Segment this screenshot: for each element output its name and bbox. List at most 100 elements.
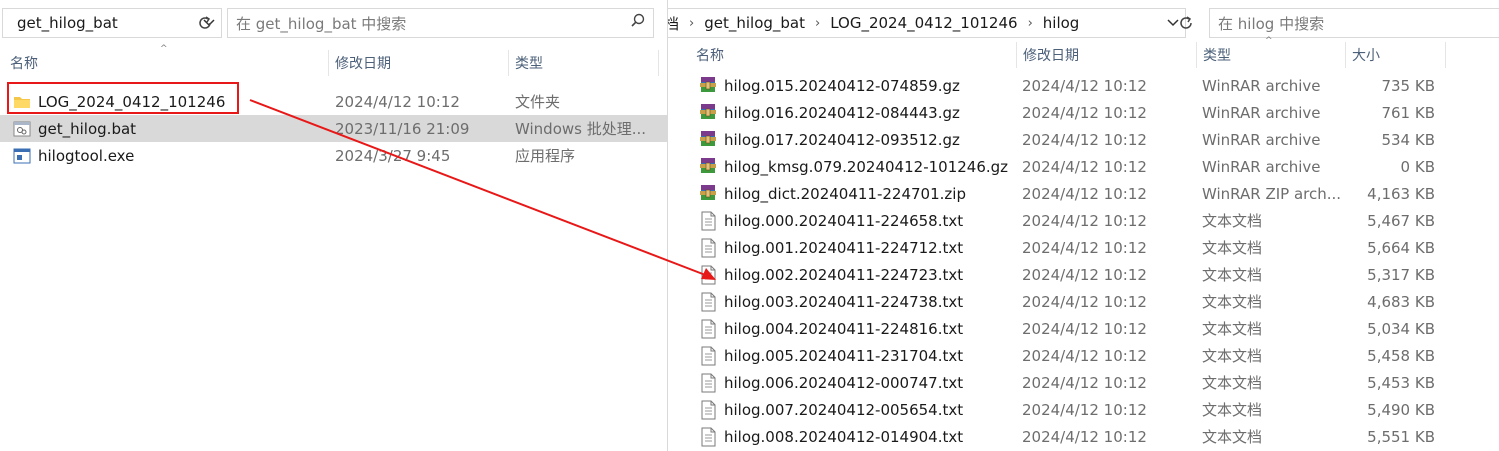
chevron-right-icon[interactable]: › (809, 16, 826, 31)
file-type: WinRAR archive (1202, 76, 1321, 95)
list-item[interactable]: hilog.002.20240411-224723.txt 2024/4/12 1… (668, 261, 1499, 288)
file-type: 文本文档 (1202, 266, 1263, 284)
column-header-name[interactable]: 名称 (4, 50, 328, 76)
file-size: 5,551 KB (1367, 427, 1435, 446)
list-item[interactable]: hilog.017.20240412-093512.gz 2024/4/12 10… (668, 126, 1499, 153)
file-type: 文本文档 (1202, 293, 1263, 311)
file-date: 2024/4/12 10:12 (1022, 76, 1147, 95)
refresh-icon[interactable] (1174, 8, 1198, 38)
file-size: 534 KB (1381, 130, 1435, 149)
file-name: hilog.001.20240411-224712.txt (724, 238, 964, 257)
file-size: 5,664 KB (1367, 238, 1435, 257)
file-size: 5,453 KB (1367, 373, 1435, 392)
left-explorer-pane: get_hilog_bat 在 get_hilog_bat 中搜索 ^ 名称 修… (0, 0, 668, 451)
file-type: 应用程序 (515, 147, 576, 165)
file-type: 文本文档 (1202, 401, 1263, 419)
file-date: 2024/4/12 10:12 (1022, 238, 1147, 257)
file-name: hilog.007.20240412-005654.txt (724, 400, 964, 419)
chevron-right-icon[interactable]: › (1022, 16, 1039, 31)
list-item[interactable]: hilog.000.20240411-224658.txt 2024/4/12 1… (668, 207, 1499, 234)
winrar-icon (698, 103, 718, 123)
address-bar[interactable]: get_hilog_bat (2, 8, 222, 38)
file-size: 5,490 KB (1367, 400, 1435, 419)
file-name: get_hilog.bat (38, 119, 137, 138)
list-item[interactable]: hilogtool.exe 2024/3/27 9:45 应用程序 (0, 142, 668, 169)
text-file-icon (698, 346, 718, 366)
file-type: WinRAR archive (1202, 157, 1321, 176)
text-file-icon (698, 292, 718, 312)
file-type: 文本文档 (1202, 320, 1263, 338)
file-name: hilog.017.20240412-093512.gz (724, 130, 960, 149)
file-name: hilog_kmsg.079.20240412-101246.gz (724, 157, 1009, 176)
winrar-icon (698, 184, 718, 204)
file-size: 0 KB (1400, 157, 1435, 176)
file-date: 2024/3/27 9:45 (335, 146, 451, 165)
search-icon[interactable] (631, 13, 645, 27)
list-item[interactable]: hilog.008.20240412-014904.txt 2024/4/12 1… (668, 423, 1499, 450)
file-date: 2024/4/12 10:12 (335, 92, 460, 111)
column-header-size[interactable]: 大小 (1345, 42, 1445, 68)
winrar-icon (698, 130, 718, 150)
file-name: hilog.002.20240411-224723.txt (724, 265, 964, 284)
exe-file-icon (12, 146, 32, 166)
list-item[interactable]: get_hilog.bat 2023/11/16 21:09 Windows 批… (0, 115, 668, 142)
file-type: 文本文档 (1202, 374, 1263, 392)
column-header-extra[interactable] (1445, 42, 1499, 68)
search-input[interactable]: 在 hilog 中搜索 (1209, 8, 1499, 38)
file-type: 文本文档 (1202, 239, 1263, 257)
file-size: 5,034 KB (1367, 319, 1435, 338)
file-date: 2024/4/12 10:12 (1022, 400, 1147, 419)
list-item[interactable]: hilog.003.20240411-224738.txt 2024/4/12 1… (668, 288, 1499, 315)
breadcrumb-item[interactable]: hilog (1039, 14, 1084, 32)
list-item[interactable]: hilog_dict.20240411-224701.zip 2024/4/12 … (668, 180, 1499, 207)
file-date: 2023/11/16 21:09 (335, 119, 470, 138)
file-name: hilogtool.exe (38, 146, 135, 165)
list-item[interactable]: hilog.015.20240412-074859.gz 2024/4/12 10… (668, 72, 1499, 99)
file-name: hilog.006.20240412-000747.txt (724, 373, 964, 392)
list-item[interactable]: hilog.006.20240412-000747.txt 2024/4/12 1… (668, 369, 1499, 396)
text-file-icon (698, 265, 718, 285)
file-size: 735 KB (1381, 76, 1435, 95)
refresh-icon[interactable] (193, 8, 217, 38)
address-prefix: 档 (668, 14, 680, 33)
file-date: 2024/4/12 10:12 (1022, 346, 1147, 365)
list-item[interactable]: hilog.004.20240411-224816.txt 2024/4/12 1… (668, 315, 1499, 342)
address-bar[interactable]: 档 › get_hilog_bat › LOG_2024_0412_101246… (668, 8, 1186, 38)
file-date: 2024/4/12 10:12 (1022, 184, 1147, 203)
search-placeholder: 在 get_hilog_bat 中搜索 (236, 14, 407, 33)
column-header-type[interactable]: 类型 (508, 50, 658, 76)
file-type: 文件夹 (515, 93, 561, 111)
breadcrumb-item[interactable]: get_hilog_bat (700, 14, 809, 32)
text-file-icon (698, 427, 718, 447)
file-size: 5,317 KB (1367, 265, 1435, 284)
chevron-right-icon[interactable]: › (683, 16, 700, 31)
list-item[interactable]: hilog_kmsg.079.20240412-101246.gz 2024/4/… (668, 153, 1499, 180)
column-header-date[interactable]: 修改日期 (328, 50, 508, 76)
file-date: 2024/4/12 10:12 (1022, 103, 1147, 122)
file-type: WinRAR archive (1202, 103, 1321, 122)
file-name: hilog.005.20240411-231704.txt (724, 346, 964, 365)
text-file-icon (698, 373, 718, 393)
file-date: 2024/4/12 10:12 (1022, 265, 1147, 284)
list-item[interactable]: hilog.001.20240411-224712.txt 2024/4/12 1… (668, 234, 1499, 261)
column-header-type[interactable]: 类型 (1196, 42, 1345, 68)
right-explorer-pane: 档 › get_hilog_bat › LOG_2024_0412_101246… (668, 0, 1499, 451)
file-date: 2024/4/12 10:12 (1022, 373, 1147, 392)
breadcrumb-item[interactable]: LOG_2024_0412_101246 (826, 14, 1021, 32)
batch-file-icon (12, 119, 32, 139)
column-header: ^ 名称 修改日期 类型 大小 (668, 36, 1499, 68)
search-placeholder: 在 hilog 中搜索 (1218, 14, 1325, 33)
column-header-date[interactable]: 修改日期 (1016, 42, 1196, 68)
file-type: WinRAR archive (1202, 130, 1321, 149)
column-header-name[interactable]: 名称 (690, 42, 1016, 68)
search-input[interactable]: 在 get_hilog_bat 中搜索 (227, 8, 654, 38)
list-item[interactable]: hilog.007.20240412-005654.txt 2024/4/12 1… (668, 396, 1499, 423)
address-path[interactable]: get_hilog_bat (3, 14, 122, 32)
file-date: 2024/4/12 10:12 (1022, 130, 1147, 149)
list-item[interactable]: hilog.005.20240411-231704.txt 2024/4/12 1… (668, 342, 1499, 369)
column-header: ^ 名称 修改日期 类型 (0, 44, 668, 76)
file-name: hilog.000.20240411-224658.txt (724, 211, 964, 230)
list-item[interactable]: hilog.016.20240412-084443.gz 2024/4/12 10… (668, 99, 1499, 126)
winrar-icon (698, 76, 718, 96)
text-file-icon (698, 211, 718, 231)
